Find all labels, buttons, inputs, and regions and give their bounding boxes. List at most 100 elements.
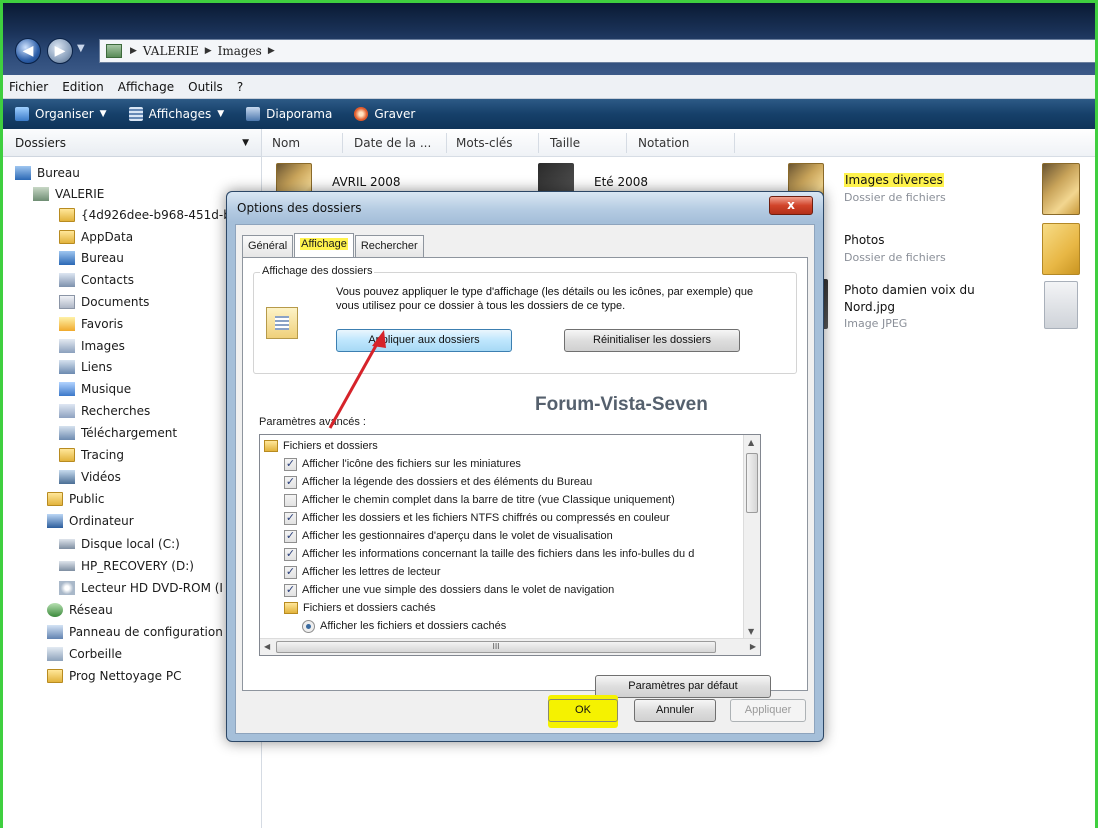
tree-label: Contacts: [81, 273, 134, 287]
tree-item-appdata[interactable]: AppData: [59, 227, 133, 247]
reset-folders-button[interactable]: Réinitialiser les dossiers: [564, 329, 740, 352]
user-folder-icon: [33, 187, 49, 201]
list-item[interactable]: ✓ Afficher les informations concernant la…: [284, 545, 694, 563]
tree-item-valerie[interactable]: VALERIE: [33, 184, 104, 204]
tree-item-public[interactable]: Public: [47, 489, 105, 509]
tree-item-bureau-user[interactable]: Bureau: [59, 248, 124, 268]
tree-item-prog-nettoyage[interactable]: Prog Nettoyage PC: [47, 666, 181, 686]
folder-icon: [59, 448, 75, 462]
column-header-mots-cles[interactable]: Mots-clés: [456, 136, 513, 150]
list-item[interactable]: ✓ Afficher une vue simple des dossiers da…: [284, 581, 614, 599]
graver-button[interactable]: Graver: [354, 107, 415, 121]
folders-pane-header[interactable]: Dossiers ▼: [3, 129, 261, 157]
checkbox[interactable]: ✓: [284, 475, 297, 489]
list-item: Fichiers et dossiers: [264, 437, 378, 455]
links-icon: [59, 360, 75, 374]
column-header-taille[interactable]: Taille: [550, 136, 580, 150]
checkbox[interactable]: ✓: [284, 583, 297, 597]
list-item[interactable]: ✓ Afficher les dossiers et les fichiers N…: [284, 509, 670, 527]
checkbox[interactable]: ✓: [284, 511, 297, 525]
checkbox[interactable]: [284, 493, 297, 507]
vertical-scrollbar[interactable]: ▲ ▼: [743, 435, 760, 639]
checkbox[interactable]: ✓: [284, 547, 297, 561]
checkbox[interactable]: ✓: [284, 457, 297, 471]
tree-item-corbeille[interactable]: Corbeille: [47, 644, 122, 664]
tree-item-favoris[interactable]: Favoris: [59, 314, 123, 334]
scrollbar-thumb[interactable]: III: [276, 641, 716, 653]
tab-general[interactable]: Général: [242, 235, 294, 257]
control-panel-icon: [47, 625, 63, 639]
breadcrumb-images[interactable]: Images: [218, 44, 262, 58]
list-item[interactable]: ✓ Afficher la légende des dossiers et des…: [284, 473, 592, 491]
tree-item-disque-c[interactable]: Disque local (C:): [59, 534, 180, 554]
column-divider[interactable]: [626, 133, 627, 153]
cancel-button[interactable]: Annuler: [634, 699, 716, 722]
tree-item-hp-recovery[interactable]: HP_RECOVERY (D:): [59, 556, 194, 576]
tree-item-bureau[interactable]: Bureau: [15, 163, 80, 183]
menu-outils[interactable]: Outils: [188, 80, 223, 94]
back-button[interactable]: ◀: [15, 38, 41, 64]
address-field[interactable]: ▶ VALERIE ▶ Images ▶: [99, 39, 1098, 63]
scroll-up-icon[interactable]: ▲: [748, 438, 754, 447]
tree-item-telechargement[interactable]: Téléchargement: [59, 423, 177, 443]
list-item[interactable]: ✓ Afficher les gestionnaires d'aperçu dan…: [284, 527, 613, 545]
tree-item-tracing[interactable]: Tracing: [59, 445, 124, 465]
tree-item-dvd[interactable]: Lecteur HD DVD-ROM (I: [59, 578, 223, 598]
column-header-date[interactable]: Date de la ...: [354, 136, 431, 150]
column-header-notation[interactable]: Notation: [638, 136, 689, 150]
tree-item-liens[interactable]: Liens: [59, 357, 112, 377]
tree-item-documents[interactable]: Documents: [59, 292, 149, 312]
chevron-right-icon[interactable]: ▶: [268, 46, 275, 56]
tab-rechercher[interactable]: Rechercher: [354, 235, 424, 257]
tree-item-guid[interactable]: {4d926dee-b968-451d-b: [59, 205, 231, 225]
ok-button[interactable]: OK: [548, 699, 618, 722]
scroll-right-icon[interactable]: ▶: [750, 642, 756, 651]
tree-item-musique[interactable]: Musique: [59, 379, 131, 399]
list-item[interactable]: Afficher les fichiers et dossiers cachés: [302, 617, 506, 635]
history-dropdown-icon[interactable]: ▼: [77, 43, 85, 54]
column-divider[interactable]: [342, 133, 343, 153]
horizontal-scrollbar[interactable]: ◀ III ▶: [260, 638, 760, 655]
chevron-down-icon[interactable]: ▼: [242, 138, 249, 148]
column-divider[interactable]: [538, 133, 539, 153]
advanced-settings-list[interactable]: Fichiers et dossiers ✓ Afficher l'icône d…: [259, 434, 761, 656]
chevron-right-icon[interactable]: ▶: [130, 46, 137, 56]
menu-fichier[interactable]: Fichier: [9, 80, 48, 94]
menu-affichage[interactable]: Affichage: [118, 80, 174, 94]
tree-item-images[interactable]: Images: [59, 336, 125, 356]
checkbox[interactable]: ✓: [284, 529, 297, 543]
diaporama-button[interactable]: Diaporama: [246, 107, 332, 121]
tree-item-contacts[interactable]: Contacts: [59, 270, 134, 290]
menu-edition[interactable]: Edition: [62, 80, 104, 94]
list-item[interactable]: ✓ Afficher l'icône des fichiers sur les m…: [284, 455, 521, 473]
apply-to-folders-button[interactable]: Appliquer aux dossiers: [336, 329, 512, 352]
column-divider[interactable]: [446, 133, 447, 153]
forward-button[interactable]: ▶: [47, 38, 73, 64]
column-header-nom[interactable]: Nom: [272, 136, 300, 150]
checkbox[interactable]: ✓: [284, 565, 297, 579]
list-item[interactable]: ✓ Afficher les lettres de lecteur: [284, 563, 441, 581]
affichages-button[interactable]: Affichages ▼: [128, 107, 224, 121]
scrollbar-thumb[interactable]: [746, 453, 758, 513]
scroll-left-icon[interactable]: ◀: [264, 642, 270, 651]
tree-item-recherches[interactable]: Recherches: [59, 401, 150, 421]
apply-button[interactable]: Appliquer: [730, 699, 806, 722]
tree-item-panneau[interactable]: Panneau de configuration: [47, 622, 223, 642]
radio-button[interactable]: [302, 619, 315, 633]
list-item[interactable]: Afficher le chemin complet dans la barre…: [284, 491, 675, 509]
tree-item-reseau[interactable]: Réseau: [47, 600, 113, 620]
breadcrumb-valerie[interactable]: VALERIE: [143, 44, 199, 58]
close-button[interactable]: x: [769, 196, 813, 215]
column-divider[interactable]: [734, 133, 735, 153]
tree-item-ordinateur[interactable]: Ordinateur: [47, 511, 134, 531]
tree-item-videos[interactable]: Vidéos: [59, 467, 121, 487]
tab-affichage[interactable]: Affichage: [294, 233, 354, 257]
menu-help[interactable]: ?: [237, 80, 243, 94]
file-type: Image JPEG: [844, 317, 908, 330]
chevron-right-icon[interactable]: ▶: [205, 46, 212, 56]
scroll-down-icon[interactable]: ▼: [748, 627, 754, 636]
organiser-button[interactable]: Organiser ▼: [15, 107, 107, 121]
restore-defaults-button[interactable]: Paramètres par défaut: [595, 675, 771, 698]
folder-icon: [47, 492, 63, 506]
dialog-titlebar[interactable]: Options des dossiers x: [227, 192, 823, 222]
